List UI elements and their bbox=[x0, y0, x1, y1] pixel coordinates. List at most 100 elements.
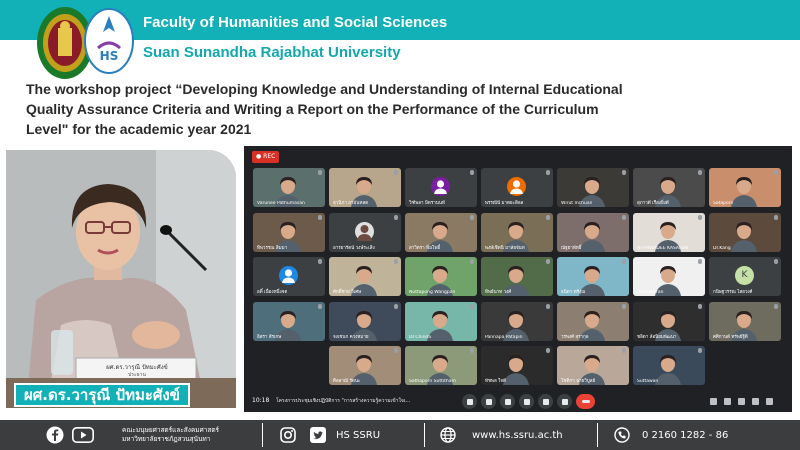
participant-name: ณัฐยาพัทธิ์ bbox=[561, 245, 582, 251]
participant-tile[interactable]: K กนิษฐวรรณ ไสยวงศ์ bbox=[709, 257, 781, 296]
participant-tile[interactable]: อารยารัตน์ วงษ์ระเสิง bbox=[329, 212, 401, 252]
camera-button[interactable] bbox=[481, 394, 496, 409]
participant-tile[interactable]: วิฑ์พลา มิตรานนท์ bbox=[405, 168, 477, 207]
participant-tile[interactable]: ธนิดา ตรีงุณ bbox=[557, 257, 629, 296]
footer-social-video bbox=[46, 420, 94, 450]
mic-muted-icon bbox=[318, 303, 322, 309]
participant-tile[interactable]: พงษ์เชิดนิ มาลัยจันท bbox=[481, 212, 553, 252]
chat-icon[interactable] bbox=[738, 398, 745, 405]
lock-icon[interactable] bbox=[766, 398, 773, 405]
participant-video bbox=[731, 176, 757, 207]
participant-name: Dr.Chinda bbox=[409, 334, 432, 340]
activities-icon[interactable] bbox=[752, 398, 759, 405]
present-button[interactable] bbox=[538, 394, 553, 409]
news-headline: The workshop project “Developing Knowled… bbox=[26, 79, 746, 139]
participant-name: Sataporn bbox=[713, 201, 734, 206]
facebook-icon[interactable] bbox=[46, 426, 64, 444]
mic-muted-icon bbox=[774, 303, 778, 309]
participant-tile[interactable]: ศิลลาณี รัตนะ bbox=[329, 346, 401, 385]
participant-tile[interactable]: Sathaporn Suttitham bbox=[405, 346, 477, 385]
twitter-icon[interactable] bbox=[310, 427, 326, 443]
participant-tile[interactable]: โชติกา ฉายวิบูลย์ bbox=[557, 346, 629, 385]
mic-muted-icon bbox=[622, 214, 626, 220]
footer-website-link[interactable]: www.hs.ssru.ac.th bbox=[472, 430, 563, 441]
mic-button[interactable] bbox=[462, 394, 477, 409]
more-icon bbox=[561, 398, 568, 405]
participant-tile[interactable]: ชลิตา ล้อนิยมพัฒนา bbox=[633, 301, 705, 341]
meeting-time: 10:18 bbox=[252, 397, 270, 404]
footer-social-handle: HS SSRU bbox=[336, 429, 381, 441]
participant-tile[interactable]: Varunee Pathumasan bbox=[253, 168, 325, 207]
mic-muted-icon bbox=[622, 303, 626, 309]
participant-tile[interactable]: จงเชนก ควงหมาย bbox=[329, 301, 401, 341]
participant-tile[interactable]: สุวนิภา ยามันหลด bbox=[329, 168, 401, 207]
globe-icon[interactable] bbox=[440, 427, 456, 443]
recording-label: REC bbox=[263, 153, 276, 160]
camera-icon bbox=[485, 398, 492, 405]
participant-tile[interactable]: Dr.Kang bbox=[709, 212, 781, 252]
youtube-icon[interactable] bbox=[72, 427, 94, 443]
mic-muted-icon bbox=[470, 348, 474, 353]
faculty-logo: HS bbox=[84, 8, 134, 74]
participant-avatar bbox=[355, 221, 374, 241]
footer-website: www.hs.ssru.ac.th bbox=[440, 420, 563, 450]
mic-muted-icon bbox=[622, 259, 626, 264]
participant-tile[interactable]: ทิพวรรณ สิมมา bbox=[253, 212, 325, 252]
recording-badge: ● REC bbox=[252, 151, 280, 163]
participant-avatar bbox=[279, 266, 298, 285]
participant-tile[interactable]: สาวิตรา พิ่มโพธิ์ bbox=[405, 212, 477, 252]
participant-name: ทิพย์นาท วงศ์ bbox=[485, 290, 512, 295]
participant-name: พรรณีนี มาตยะดิลล bbox=[485, 201, 524, 206]
participant-tile[interactable]: Wirut Inchuan bbox=[557, 168, 629, 207]
participant-tile[interactable]: Vadhasaran bbox=[633, 257, 705, 296]
info-icon[interactable] bbox=[710, 398, 717, 405]
participant-avatar bbox=[507, 177, 526, 196]
participant-name: Nuttapong Wangpan bbox=[409, 290, 456, 295]
participant-tile[interactable]: Pannapa Patapin bbox=[481, 301, 553, 341]
speaker-photo: ผศ.ดร.วารุณี ปัทมะศังข์ ประธาน bbox=[6, 150, 236, 408]
participant-name: ศศิกานต์ ทรัพย์ฐิติ bbox=[713, 334, 748, 340]
participant-tile[interactable]: NITHIWADEE KASAISIN bbox=[633, 212, 705, 252]
raise-hand-button[interactable] bbox=[519, 394, 534, 409]
participant-name: อดิ์ เนื่องหนึ่งจด bbox=[257, 290, 288, 295]
headline-line: Quality Assurance Criteria and Writing a… bbox=[26, 101, 599, 117]
captions-button[interactable] bbox=[500, 394, 515, 409]
participant-tile[interactable]: อิสรา สีรเกษ bbox=[253, 301, 325, 341]
participant-tile[interactable]: Dr.Chinda bbox=[405, 301, 477, 341]
participant-tile[interactable]: Sataporn bbox=[709, 168, 781, 207]
participant-tile[interactable]: อดิ์ เนื่องหนึ่งจด bbox=[253, 257, 325, 296]
people-icon[interactable] bbox=[724, 398, 731, 405]
participant-tile[interactable]: วรพงศ์ สุรากุล bbox=[557, 301, 629, 341]
mic-muted-icon bbox=[470, 303, 474, 309]
participant-name: โชติกา ฉายวิบูลย์ bbox=[561, 379, 596, 384]
participant-name: สุภาวดี เรืองยิ่งดี bbox=[637, 201, 669, 206]
mic-muted-icon bbox=[470, 214, 474, 220]
participant-name: อารยารัตน์ วงษ์ระเสิง bbox=[333, 245, 375, 251]
mic-muted-icon bbox=[394, 170, 398, 175]
participant-tile[interactable]: สุภาวดี เรืองยิ่งดี bbox=[633, 168, 705, 207]
end-call-button[interactable] bbox=[576, 394, 595, 409]
mic-muted-icon bbox=[698, 170, 702, 175]
instagram-icon[interactable] bbox=[280, 427, 296, 443]
svg-text:HS: HS bbox=[100, 49, 119, 63]
mic-muted-icon bbox=[318, 214, 322, 220]
participant-tile[interactable]: Suttawan bbox=[633, 346, 705, 385]
footer-divider bbox=[262, 423, 263, 447]
mic-muted-icon bbox=[622, 170, 626, 175]
mic-muted-icon bbox=[546, 259, 550, 264]
participant-video bbox=[579, 221, 605, 252]
participant-name: ชลิตา ล้อนิยมพัฒนา bbox=[637, 334, 677, 340]
participant-tile[interactable]: ณัฐยาพัทธิ์ bbox=[557, 212, 629, 252]
participant-tile[interactable]: ทัชพล ใจดี bbox=[481, 346, 553, 385]
participant-name: ทิพวรรณ สิมมา bbox=[257, 245, 288, 251]
mic-muted-icon bbox=[546, 170, 550, 175]
participant-tile[interactable]: ศักดิ์ชาย วิเศษ bbox=[329, 257, 401, 296]
participant-name: วรพงศ์ สุรากุล bbox=[561, 334, 589, 340]
participant-tile[interactable]: ทิพย์นาท วงศ์ bbox=[481, 257, 553, 296]
speaker-nameplate-role: ประธาน bbox=[128, 372, 146, 378]
participant-tile[interactable]: Nuttapong Wangpan bbox=[405, 257, 477, 296]
participant-tile[interactable]: ศศิกานต์ ทรัพย์ฐิติ bbox=[709, 301, 781, 341]
participant-tile[interactable]: พรรณีนี มาตยะดิลล bbox=[481, 168, 553, 207]
more-options-button[interactable] bbox=[557, 394, 572, 409]
mic-muted-icon bbox=[318, 259, 322, 264]
